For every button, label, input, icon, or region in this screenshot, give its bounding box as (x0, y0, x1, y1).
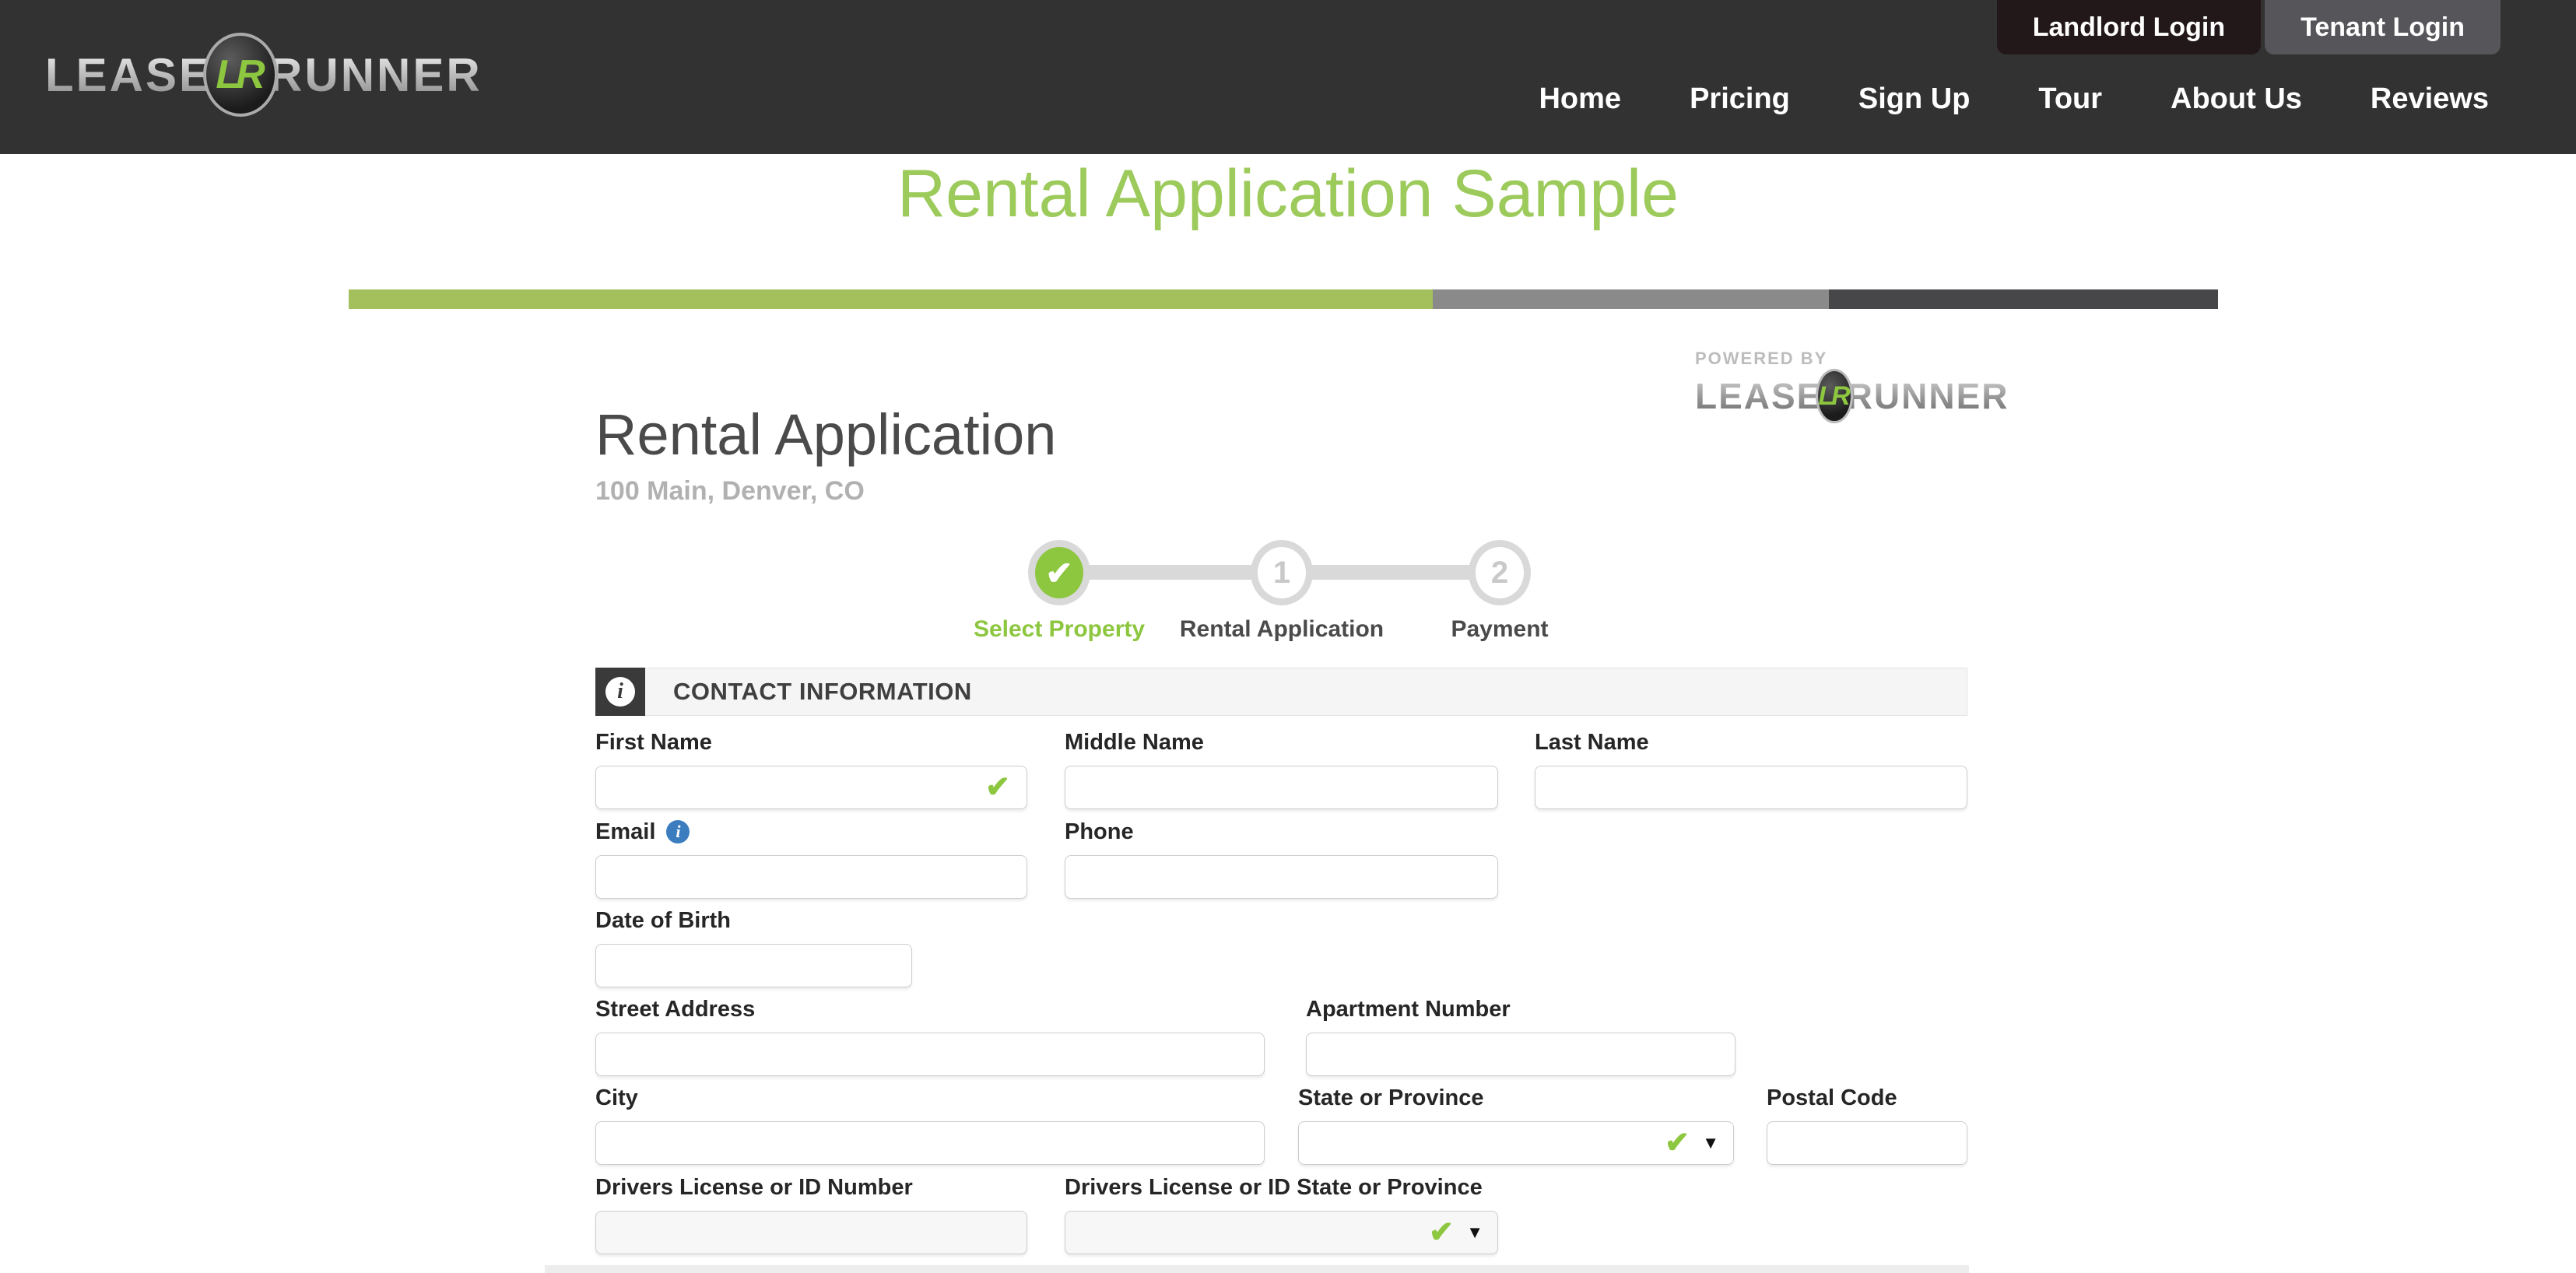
leaserunner-logo[interactable]: LEASE LR RUNNER (45, 33, 483, 117)
contact-information-section-header: i CONTACT INFORMATION (595, 668, 1967, 716)
apartment-number-label: Apartment Number (1306, 996, 1511, 1022)
progress-segment-2 (1433, 289, 1830, 309)
dropdown-arrow-icon: ▼ (1702, 1133, 1719, 1152)
drivers-license-state-field: Drivers License or ID State or Province … (1065, 1175, 1498, 1254)
progress-segment-3 (1829, 289, 2218, 309)
date-of-birth-field: Date of Birth (595, 908, 912, 987)
section-info-icon-box: i (595, 668, 645, 716)
nav-link-tour[interactable]: Tour (2038, 82, 2102, 116)
step-label-rental-application: Rental Application (1179, 616, 1385, 642)
nav-link-reviews[interactable]: Reviews (2371, 82, 2489, 116)
main-nav: Home Pricing Sign Up Tour About Us Revie… (1539, 82, 2489, 116)
middle-name-input[interactable] (1065, 766, 1498, 809)
step-circle-rental-application: 1 (1251, 540, 1313, 605)
state-label: State or Province (1298, 1085, 1484, 1110)
powered-by-logo: LEASE LR RUNNER (1695, 369, 2007, 423)
city-label: City (595, 1085, 638, 1110)
rental-application-page: LEASE LR RUNNER Landlord Login Tenant Lo… (0, 0, 2576, 1273)
step-label-select-property: Select Property (973, 616, 1146, 642)
drivers-license-state-label: Drivers License or ID State or Province (1065, 1174, 1483, 1200)
last-name-input[interactable] (1535, 766, 1967, 809)
postal-code-label: Postal Code (1767, 1085, 1897, 1110)
top-navbar: LEASE LR RUNNER Landlord Login Tenant Lo… (0, 0, 2576, 154)
postal-code-field: Postal Code (1767, 1085, 1967, 1165)
first-name-label: First Name (595, 729, 712, 755)
street-address-field: Street Address (595, 997, 1265, 1076)
drivers-license-number-label: Drivers License or ID Number (595, 1174, 913, 1200)
next-section-edge (545, 1265, 1969, 1273)
first-name-field: First Name ✔ (595, 730, 1027, 809)
step-circle-payment: 2 (1469, 540, 1531, 605)
page-title: Rental Application Sample (897, 156, 1679, 231)
first-name-input[interactable] (595, 766, 1027, 809)
valid-check-icon: ✔ (1665, 1127, 1690, 1159)
powered-runner-text: RUNNER (1846, 376, 2009, 416)
step-number-1: 1 (1272, 555, 1291, 590)
property-address: 100 Main, Denver, CO (595, 476, 865, 506)
emblem-letters: LR (216, 52, 265, 97)
step-number-2: 2 (1490, 555, 1509, 590)
date-of-birth-label: Date of Birth (595, 907, 731, 933)
email-label: Email (595, 819, 656, 844)
drivers-license-number-input[interactable] (595, 1211, 1027, 1254)
step-check-icon: ✔ (1045, 554, 1073, 591)
powered-by-block: POWERED BY LEASE LR RUNNER (1695, 349, 2007, 423)
apartment-number-input[interactable] (1306, 1033, 1735, 1076)
email-input[interactable] (595, 855, 1027, 899)
info-icon: i (605, 677, 635, 707)
city-input[interactable] (595, 1121, 1265, 1165)
powered-by-label: POWERED BY (1695, 349, 1828, 368)
valid-check-icon: ✔ (985, 771, 1010, 804)
state-field: State or Province ✔ ▼ (1298, 1085, 1734, 1165)
landlord-login-button[interactable]: Landlord Login (1996, 0, 2262, 54)
step-label-payment: Payment (1451, 616, 1549, 642)
drivers-license-state-select[interactable]: ✔ ▼ (1065, 1211, 1498, 1254)
progress-bar (349, 289, 2218, 309)
drivers-license-number-field: Drivers License or ID Number (595, 1175, 1027, 1254)
apartment-number-field: Apartment Number (1306, 997, 1735, 1076)
phone-input[interactable] (1065, 855, 1498, 899)
phone-label: Phone (1065, 819, 1134, 844)
section-title: CONTACT INFORMATION (645, 668, 1967, 716)
street-address-label: Street Address (595, 996, 756, 1022)
email-info-icon[interactable]: i (666, 820, 690, 843)
leaserunner-emblem-icon: LR (203, 33, 279, 117)
date-of-birth-input[interactable] (595, 944, 912, 987)
powered-emblem-letters: LR (1818, 380, 1850, 411)
postal-code-input[interactable] (1767, 1121, 1967, 1165)
nav-link-signup[interactable]: Sign Up (1858, 82, 1971, 116)
nav-link-home[interactable]: Home (1539, 82, 1621, 116)
login-buttons-group: Landlord Login Tenant Login (1996, 0, 2501, 54)
application-heading: Rental Application (595, 402, 1057, 467)
last-name-field: Last Name (1535, 730, 1967, 809)
middle-name-label: Middle Name (1065, 729, 1204, 755)
logo-lease-text: LEASE (45, 48, 213, 101)
dropdown-arrow-icon: ▼ (1466, 1222, 1483, 1242)
step-circle-select-property: ✔ (1028, 540, 1090, 605)
powered-lease-text: LEASE (1695, 376, 1823, 416)
street-address-input[interactable] (595, 1033, 1265, 1076)
phone-field: Phone (1065, 819, 1498, 899)
tenant-login-button[interactable]: Tenant Login (2265, 0, 2501, 54)
last-name-label: Last Name (1535, 729, 1649, 755)
nav-link-aboutus[interactable]: About Us (2171, 82, 2302, 116)
step-indicator: ✔ 1 2 Select Property Rental Application… (974, 540, 1549, 645)
powered-emblem-icon: LR (1816, 369, 1853, 423)
logo-runner-text: RUNNER (268, 48, 483, 101)
middle-name-field: Middle Name (1065, 730, 1498, 809)
nav-link-pricing[interactable]: Pricing (1690, 82, 1790, 116)
progress-segment-1 (349, 289, 1434, 309)
city-field: City (595, 1085, 1265, 1165)
email-field: Email i (595, 819, 1027, 899)
state-select[interactable]: ✔ ▼ (1298, 1121, 1734, 1165)
valid-check-icon: ✔ (1429, 1216, 1454, 1249)
